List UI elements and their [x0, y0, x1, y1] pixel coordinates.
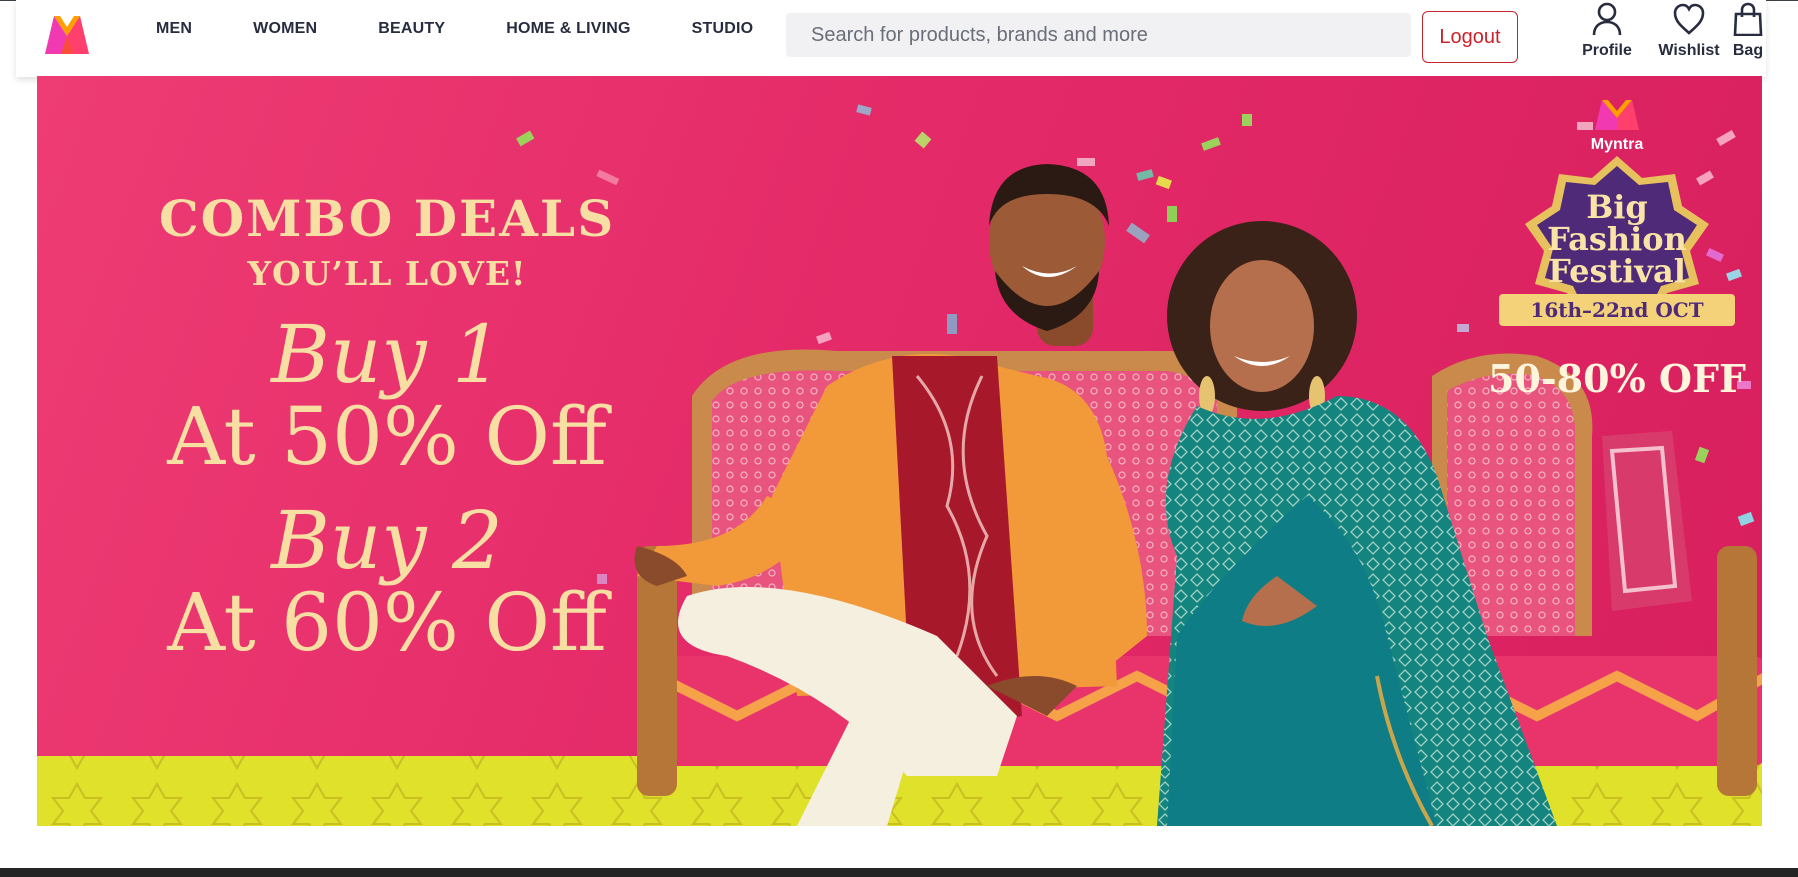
heart-icon — [1673, 3, 1705, 35]
myntra-logo-icon — [45, 16, 89, 54]
profile-label: Profile — [1582, 42, 1632, 59]
festival-title-line-1: Big — [1586, 188, 1648, 226]
bottom-edge-bar — [0, 868, 1798, 877]
myntra-logo[interactable] — [42, 12, 92, 56]
myntra-wordmark: Myntra — [1590, 136, 1644, 153]
nav-item-women[interactable]: WOMEN — [253, 20, 317, 38]
festival-title: Big Fashion Festival — [1437, 191, 1762, 287]
festival-discount: 50-80% OFF — [1488, 356, 1746, 401]
user-icon — [1592, 2, 1622, 36]
offer-1-discount: At 50% Off — [167, 390, 607, 483]
myntra-mini-logo-icon — [1595, 100, 1639, 130]
profile-action[interactable]: Profile — [1567, 2, 1647, 60]
offer-2-buy: Buy 2 — [271, 494, 503, 587]
nav-item-beauty[interactable]: BEAUTY — [378, 20, 445, 38]
combo-headline: COMBO DEALS — [158, 189, 616, 248]
hero-banner[interactable]: COMBO DEALS YOU’LL LOVE! Buy 1 At 50% Of… — [37, 76, 1762, 826]
combo-offer-text: COMBO DEALS YOU’LL LOVE! Buy 1 At 50% Of… — [107, 194, 667, 665]
festival-dates: 16th–22nd OCT — [1499, 294, 1735, 326]
logout-button[interactable]: Logout — [1422, 11, 1518, 63]
bag-icon — [1733, 2, 1763, 36]
bag-action[interactable]: Bag — [1728, 2, 1768, 60]
festival-title-line-2: Fashion — [1547, 220, 1687, 258]
offer-2-discount: At 60% Off — [167, 576, 607, 669]
search-box — [786, 13, 1411, 57]
bag-label: Bag — [1732, 42, 1764, 59]
main-menu: MEN WOMEN BEAUTY HOME & LIVING STUDIO — [156, 20, 814, 38]
festival-title-line-3: Festival — [1548, 252, 1686, 290]
nav-item-men[interactable]: MEN — [156, 20, 192, 38]
wishlist-action[interactable]: Wishlist — [1639, 2, 1739, 60]
search-input[interactable] — [786, 13, 1411, 57]
navbar: MEN WOMEN BEAUTY HOME & LIVING STUDIO Lo… — [16, 0, 1766, 77]
nav-item-home-living[interactable]: HOME & LIVING — [506, 20, 630, 38]
combo-subheadline: YOU’LL LOVE! — [247, 254, 527, 293]
offer-1-buy: Buy 1 — [271, 308, 503, 401]
wishlist-label: Wishlist — [1658, 42, 1720, 59]
nav-item-studio[interactable]: STUDIO — [692, 20, 754, 38]
